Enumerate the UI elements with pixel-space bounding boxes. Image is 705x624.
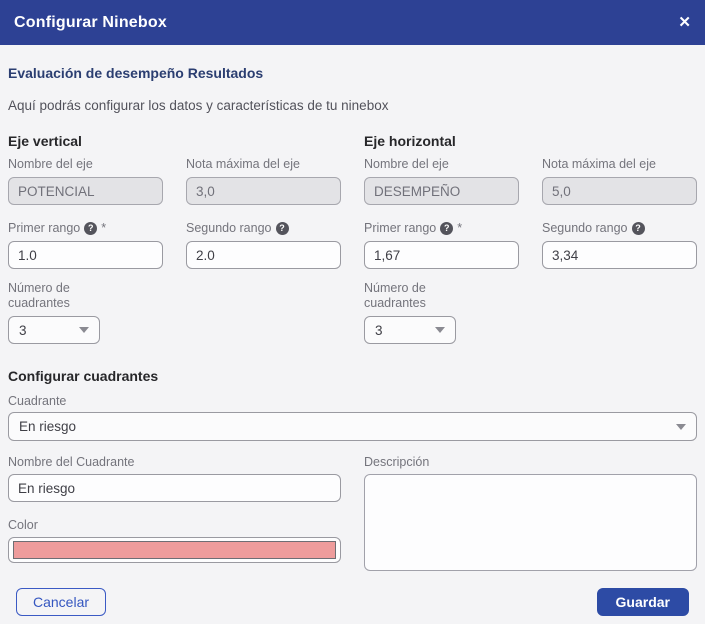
vertical-first-range-input[interactable] [8, 241, 163, 269]
color-swatch [13, 541, 336, 559]
save-button[interactable]: Guardar [597, 588, 689, 616]
horizontal-quadrants-field: Número de cuadrantes 3 [364, 281, 519, 344]
vertical-axis-name-label: Nombre del eje [8, 157, 163, 172]
evaluation-subtitle: Evaluación de desempeño Resultados [8, 65, 697, 81]
vertical-quadrants-value: 3 [19, 323, 27, 338]
quadrant-name-label: Nombre del Cuadrante [8, 455, 341, 469]
vertical-second-range-input[interactable] [186, 241, 341, 269]
chevron-down-icon [676, 424, 686, 430]
description-label: Descripción [364, 455, 697, 469]
horizontal-quadrants-select[interactable]: 3 [364, 316, 456, 344]
horizontal-axis-heading: Eje horizontal [364, 133, 697, 149]
modal-header: Configurar Ninebox ✕ [0, 0, 705, 45]
horizontal-max-score-input [542, 177, 697, 205]
cancel-button[interactable]: Cancelar [16, 588, 106, 616]
help-icon[interactable]: ? [84, 222, 97, 235]
color-input[interactable] [8, 537, 341, 563]
modal-title: Configurar Ninebox [14, 14, 167, 32]
help-icon[interactable]: ? [440, 222, 453, 235]
close-icon[interactable]: ✕ [678, 15, 691, 30]
horizontal-quadrants-label: Número de cuadrantes [364, 281, 456, 311]
vertical-first-range-field: Primer rango ? * [8, 221, 163, 269]
description-textarea[interactable] [364, 474, 697, 571]
horizontal-first-range-input[interactable] [364, 241, 519, 269]
vertical-quadrants-label: Número de cuadrantes [8, 281, 100, 311]
configure-quadrants-heading: Configurar cuadrantes [8, 368, 697, 384]
help-icon[interactable]: ? [276, 222, 289, 235]
quadrant-detail-section: Nombre del Cuadrante Color Descripción [8, 455, 697, 576]
chevron-down-icon [79, 327, 89, 333]
horizontal-second-range-input[interactable] [542, 241, 697, 269]
horizontal-axis-name-label: Nombre del eje [364, 157, 519, 172]
vertical-quadrants-field: Número de cuadrantes 3 [8, 281, 163, 344]
color-label: Color [8, 518, 341, 532]
chevron-down-icon [435, 327, 445, 333]
modal-footer: Cancelar Guardar [8, 588, 697, 616]
modal-body: Evaluación de desempeño Resultados Aquí … [0, 65, 705, 616]
required-marker: * [101, 221, 106, 236]
horizontal-quadrants-value: 3 [375, 323, 383, 338]
vertical-axis-name-field: Nombre del eje [8, 157, 163, 205]
required-marker: * [457, 221, 462, 236]
vertical-second-range-field: Segundo rango ? [186, 221, 341, 269]
horizontal-second-range-label: Segundo rango [542, 221, 628, 236]
modal-description: Aquí podrás configurar los datos y carac… [8, 98, 697, 113]
horizontal-max-score-field: Nota máxima del eje [542, 157, 697, 205]
quadrant-select-value: En riesgo [19, 419, 76, 434]
horizontal-axis-name-field: Nombre del eje [364, 157, 519, 205]
vertical-second-range-label: Segundo rango [186, 221, 272, 236]
vertical-axis-heading: Eje vertical [8, 133, 341, 149]
help-icon[interactable]: ? [632, 222, 645, 235]
quadrant-select-label: Cuadrante [8, 394, 697, 408]
configure-ninebox-modal: Configurar Ninebox ✕ Evaluación de desem… [0, 0, 705, 624]
horizontal-first-range-label: Primer rango [364, 221, 436, 236]
vertical-max-score-field: Nota máxima del eje [186, 157, 341, 205]
horizontal-second-range-field: Segundo rango ? [542, 221, 697, 269]
vertical-max-score-input [186, 177, 341, 205]
horizontal-first-range-field: Primer rango ? * [364, 221, 519, 269]
quadrant-select[interactable]: En riesgo [8, 412, 697, 441]
quadrant-name-input[interactable] [8, 474, 341, 502]
axes-section: Eje vertical Eje horizontal Nombre del e… [8, 133, 697, 344]
horizontal-axis-name-input [364, 177, 519, 205]
vertical-quadrants-select[interactable]: 3 [8, 316, 100, 344]
vertical-first-range-label: Primer rango [8, 221, 80, 236]
horizontal-max-score-label: Nota máxima del eje [542, 157, 697, 172]
vertical-axis-name-input [8, 177, 163, 205]
vertical-max-score-label: Nota máxima del eje [186, 157, 341, 172]
